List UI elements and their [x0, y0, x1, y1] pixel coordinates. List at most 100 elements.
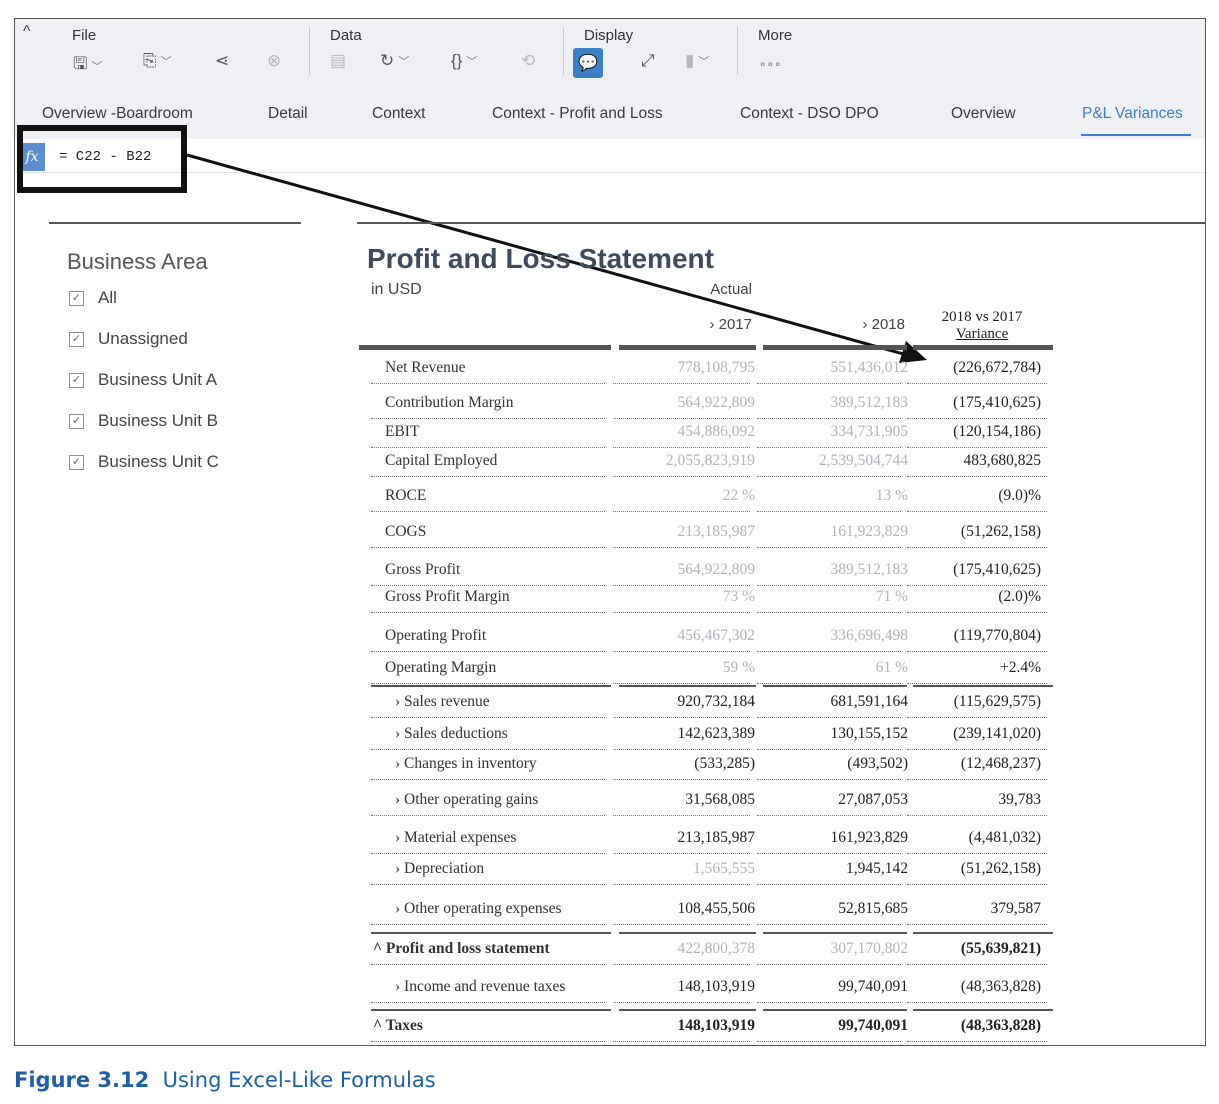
- value-2017: 31,568,085: [685, 791, 755, 808]
- chevron-right-icon[interactable]: ›: [395, 978, 404, 995]
- value-2017: (533,285): [694, 755, 755, 772]
- row-separator: [613, 853, 750, 854]
- row-separator: [757, 749, 901, 750]
- row-label: › Sales deductions: [395, 725, 508, 742]
- row-label: › Income and revenue taxes: [395, 978, 566, 995]
- row-separator: [757, 884, 901, 885]
- filter-item-business-unit-a[interactable]: ✓ Business Unit A: [69, 370, 217, 390]
- value-2017: 564,922,809: [677, 394, 756, 411]
- variance-value: (9.0)%: [998, 487, 1041, 504]
- filter-item-business-unit-b[interactable]: ✓ Business Unit B: [69, 411, 218, 431]
- row-label: ^ Profit and loss statement: [373, 940, 550, 957]
- group-rule: [763, 685, 907, 687]
- row-separator: [757, 418, 901, 419]
- row-separator: [757, 1002, 901, 1003]
- checkbox-checked-icon[interactable]: ✓: [69, 290, 84, 306]
- chevron-right-icon[interactable]: ›: [395, 860, 404, 877]
- filter-item-all[interactable]: ✓ All: [69, 288, 117, 308]
- value-2018: 61 %: [875, 659, 908, 676]
- variance-value: 379,587: [990, 900, 1041, 917]
- app-window: ^ File 🖫 ﹀ ⎘ ﹀ ⋖ ⊗ Data ▤ ↻ ﹀ {} ﹀ ⟲ Display…: [14, 18, 1206, 1046]
- row-label: › Sales revenue: [395, 693, 490, 710]
- table-row[interactable]: › Other operating gains 31,568,085 27,087,…: [365, 791, 1055, 816]
- figure-caption: Figure 3.12 Using Excel-Like Formulas: [14, 1068, 436, 1092]
- group-rule: [371, 1009, 611, 1011]
- checkbox-checked-icon[interactable]: ✓: [69, 413, 84, 429]
- row-separator: [613, 749, 750, 750]
- filter-item-unassigned[interactable]: ✓ Unassigned: [69, 329, 188, 349]
- table-row[interactable]: › Material expenses 213,185,987 161,923,82…: [365, 829, 1055, 854]
- variance-value: (226,672,784): [953, 359, 1041, 376]
- row-label: Contribution Margin: [385, 394, 514, 411]
- header-rule: [913, 345, 1053, 350]
- variance-value: +2.4%: [999, 659, 1041, 676]
- table-row[interactable]: › Sales deductions 142,623,389 130,155,152…: [365, 725, 1055, 750]
- table-row[interactable]: › Income and revenue taxes 148,103,919 99,…: [365, 978, 1055, 1003]
- row-separator: [613, 383, 750, 384]
- row-separator: [907, 476, 1047, 477]
- row-separator: [371, 476, 605, 477]
- value-2017: 1,565,555: [693, 860, 755, 877]
- checkbox-checked-icon[interactable]: ✓: [69, 372, 84, 388]
- group-rule: [619, 685, 756, 687]
- row-separator: [613, 815, 750, 816]
- row-separator: [371, 511, 605, 512]
- table-row[interactable]: ^ Profit and loss statement 422,800,378 30…: [365, 932, 1055, 965]
- value-2018: 389,512,183: [830, 561, 909, 578]
- filter-item-business-unit-c[interactable]: ✓ Business Unit C: [69, 452, 219, 472]
- variance-value: (51,262,158): [960, 860, 1041, 877]
- group-rule: [619, 932, 756, 934]
- value-2018: 99,740,091: [838, 978, 908, 995]
- table-row[interactable]: ^ Taxes 148,103,919 99,740,091 (48,363,828): [365, 1009, 1055, 1042]
- table-row[interactable]: › Depreciation 1,565,555 1,945,142 (51,262,…: [365, 860, 1055, 885]
- row-separator: [613, 779, 750, 780]
- checkbox-checked-icon[interactable]: ✓: [69, 331, 84, 347]
- value-2017: 454,886,092: [677, 423, 756, 440]
- table-row[interactable]: › Other operating expenses 108,455,506 52,…: [365, 900, 1055, 925]
- value-2017: 73 %: [722, 588, 755, 605]
- table-row: ROCE 22 % 13 % (9.0)%: [365, 487, 1055, 512]
- row-separator: [757, 511, 901, 512]
- row-separator: [371, 717, 605, 718]
- row-separator: [907, 383, 1047, 384]
- table-row[interactable]: › Sales revenue 920,732,184 681,591,164 (11…: [365, 685, 1055, 718]
- chevron-right-icon[interactable]: ›: [395, 791, 404, 808]
- row-separator: [371, 547, 605, 548]
- chevron-right-icon[interactable]: ›: [395, 900, 404, 917]
- column-header-2017[interactable]: › 2017: [709, 316, 752, 333]
- chevron-up-icon[interactable]: ^: [373, 1017, 386, 1034]
- value-2018: 2,539,504,744: [818, 452, 908, 469]
- value-2018: 161,923,829: [830, 829, 909, 846]
- variance-value: (115,629,575): [953, 693, 1041, 710]
- row-separator: [371, 447, 605, 448]
- row-separator: [371, 612, 605, 613]
- table-row: Net Revenue 778,108,795 551,436,012 (226,67…: [365, 359, 1055, 384]
- header-rule: [619, 345, 756, 350]
- value-2018: 551,436,012: [830, 359, 909, 376]
- checkbox-checked-icon[interactable]: ✓: [69, 454, 84, 470]
- value-2017: 148,103,919: [677, 1017, 756, 1034]
- value-2017: 22 %: [722, 487, 755, 504]
- group-rule: [763, 1009, 907, 1011]
- row-separator: [757, 447, 901, 448]
- row-separator: [371, 964, 605, 965]
- row-separator: [371, 418, 605, 419]
- chevron-right-icon[interactable]: ›: [395, 829, 404, 846]
- column-header-2018[interactable]: › 2018: [862, 316, 905, 333]
- value-2018: 681,591,164: [830, 693, 909, 710]
- chevron-right-icon[interactable]: ›: [395, 693, 404, 710]
- row-separator: [371, 924, 605, 925]
- row-separator: [907, 1041, 1047, 1042]
- variance-value: (4,481,032): [968, 829, 1041, 846]
- chevron-right-icon[interactable]: ›: [395, 725, 404, 742]
- row-label: › Material expenses: [395, 829, 517, 846]
- group-rule: [913, 685, 1053, 687]
- chevron-up-icon[interactable]: ^: [373, 940, 386, 957]
- table-row[interactable]: › Changes in inventory (533,285) (493,502)…: [365, 755, 1055, 780]
- row-separator: [371, 651, 605, 652]
- variance-value: (55,639,821): [960, 940, 1041, 957]
- value-2017: 108,455,506: [677, 900, 756, 917]
- filter-item-label: All: [98, 288, 117, 307]
- chevron-right-icon[interactable]: ›: [395, 755, 404, 772]
- variance-header: 2018 vs 2017 Variance: [941, 309, 1023, 342]
